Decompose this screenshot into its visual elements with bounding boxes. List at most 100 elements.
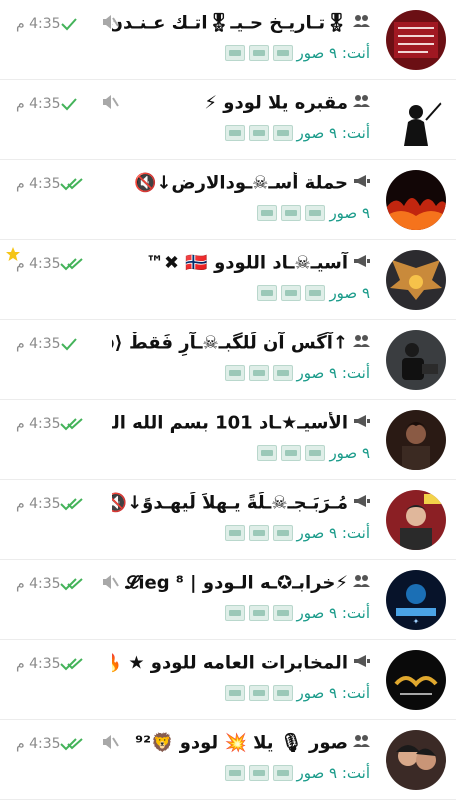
avatar[interactable] bbox=[386, 10, 446, 70]
group-icon bbox=[352, 333, 372, 354]
chat-row[interactable]: ↑آگس آن لَلگبـ☠ـآرِ فَقطْ ⟨vip⟩↓ أنت: ٩ ص… bbox=[0, 320, 456, 400]
chat-row[interactable]: ✦ ⚡خرابـ✪ـه الـودو | 𝓛ieg ⁸ أنت: ٩ صور 4:35… bbox=[0, 560, 456, 640]
preview-text: أنت: ٩ صور bbox=[296, 124, 370, 142]
message-preview: أنت: ٩ صور bbox=[224, 602, 372, 624]
avatar[interactable] bbox=[386, 330, 446, 390]
chat-row[interactable]: الأسيـ★ـاد 101 بسم الله الرحمن الرحيم ٩ ص… bbox=[0, 400, 456, 480]
preview-text: أنت: ٩ صور bbox=[296, 764, 370, 782]
megaphone-icon bbox=[352, 413, 372, 434]
chat-name: حملة أسـ☠ـودالارض↓🔇 bbox=[112, 172, 372, 198]
chat-name-text: حملة أسـ☠ـودالارض↓🔇 bbox=[133, 172, 348, 194]
chat-name-text: المخابرات العامه للودو ★ 🔥 bbox=[112, 652, 348, 674]
chat-row[interactable]: آسيـ☠ـاد اللودو 🇳🇴 ✖™ ٩ صور 4:35 م bbox=[0, 240, 456, 320]
avatar[interactable] bbox=[386, 250, 446, 310]
message-preview: أنت: ٩ صور bbox=[224, 42, 372, 64]
star-icon bbox=[5, 246, 21, 266]
preview-text: أنت: ٩ صور bbox=[296, 524, 370, 542]
chat-name-text: 🎖تـاريـخ حـيـ🎖اتـك عـنـدن... bbox=[112, 12, 348, 34]
preview-text: أنت: ٩ صور bbox=[296, 684, 370, 702]
image-thumbnail bbox=[257, 205, 278, 221]
avatar[interactable]: ✦ bbox=[386, 570, 446, 630]
chat-row[interactable]: صور 🎙 يلا 💥 لودو 🦁⁹² أنت: ٩ صور 4:35 م bbox=[0, 720, 456, 800]
megaphone-icon bbox=[352, 173, 372, 194]
image-thumbnail bbox=[224, 605, 245, 621]
message-preview: أنت: ٩ صور bbox=[224, 682, 372, 704]
double-check-icon bbox=[60, 576, 84, 595]
message-time: 4:35 م bbox=[16, 96, 61, 112]
message-preview: ٩ صور bbox=[257, 442, 372, 464]
double-check-icon bbox=[60, 256, 84, 275]
message-preview: أنت: ٩ صور bbox=[224, 522, 372, 544]
preview-text: ٩ صور bbox=[329, 444, 370, 462]
muted-speaker-icon bbox=[102, 14, 120, 34]
single-check-icon bbox=[60, 96, 78, 115]
double-check-icon bbox=[60, 736, 84, 755]
message-time: 4:35 م bbox=[16, 16, 61, 32]
chat-name: المخابرات العامه للودو ★ 🔥 bbox=[112, 652, 372, 678]
preview-text: أنت: ٩ صور bbox=[296, 604, 370, 622]
chat-name-text: الأسيـ★ـاد 101 بسم الله الرحمن الرحيم bbox=[112, 412, 348, 434]
chat-name-text: مُـرَبَـجـ☠ـلَةً يـهلاَ لَيهـدوً↓🔇 bbox=[112, 492, 348, 514]
image-thumbnail bbox=[272, 365, 293, 381]
chat-row[interactable]: مُـرَبَـجـ☠ـلَةً يـهلاَ لَيهـدوً↓🔇 أنت: ٩… bbox=[0, 480, 456, 560]
image-thumbnail bbox=[248, 685, 269, 701]
chat-name-text: مقبره يلا لودو ⚡ bbox=[204, 92, 348, 114]
chat-row[interactable]: المخابرات العامه للودو ★ 🔥 أنت: ٩ صور 4:35… bbox=[0, 640, 456, 720]
message-preview: ٩ صور bbox=[257, 282, 372, 304]
chat-name: صور 🎙 يلا 💥 لودو 🦁⁹² bbox=[112, 732, 372, 758]
single-check-icon bbox=[60, 336, 78, 355]
image-thumbnail bbox=[305, 205, 326, 221]
avatar[interactable] bbox=[386, 730, 446, 790]
double-check-icon bbox=[60, 176, 84, 195]
megaphone-icon bbox=[352, 253, 372, 274]
image-thumbnail bbox=[224, 525, 245, 541]
chat-name-text: ↑آگس آن لَلگبـ☠ـآرِ فَقطْ ⟨vip⟩↓ bbox=[112, 332, 348, 354]
message-time: 4:35 م bbox=[16, 416, 61, 432]
single-check-icon bbox=[60, 16, 78, 35]
double-check-icon bbox=[60, 416, 84, 435]
muted-speaker-icon bbox=[102, 574, 120, 594]
avatar[interactable] bbox=[386, 170, 446, 230]
preview-text: أنت: ٩ صور bbox=[296, 364, 370, 382]
message-preview: أنت: ٩ صور bbox=[224, 762, 372, 784]
message-time: 4:35 م bbox=[16, 176, 61, 192]
avatar[interactable] bbox=[386, 410, 446, 470]
double-check-icon bbox=[60, 656, 84, 675]
image-thumbnail bbox=[281, 445, 302, 461]
chat-row[interactable]: 🎖تـاريـخ حـيـ🎖اتـك عـنـدن... أنت: ٩ صور 4:… bbox=[0, 0, 456, 80]
avatar[interactable] bbox=[386, 650, 446, 710]
chat-name-text: صور 🎙 يلا 💥 لودو 🦁⁹² bbox=[135, 732, 348, 754]
image-thumbnail bbox=[272, 525, 293, 541]
image-thumbnail bbox=[272, 765, 293, 781]
chat-name: ⚡خرابـ✪ـه الـودو | 𝓛ieg ⁸ bbox=[112, 572, 372, 598]
group-icon bbox=[352, 733, 372, 754]
message-time: 4:35 م bbox=[16, 736, 61, 752]
message-time: 4:35 م bbox=[16, 656, 61, 672]
image-thumbnail bbox=[248, 125, 269, 141]
message-preview: أنت: ٩ صور bbox=[224, 362, 372, 384]
image-thumbnail bbox=[272, 605, 293, 621]
svg-text:✦: ✦ bbox=[413, 617, 420, 626]
muted-speaker-icon bbox=[102, 734, 120, 754]
megaphone-icon bbox=[352, 653, 372, 674]
image-thumbnail bbox=[248, 605, 269, 621]
chat-name-text: آسيـ☠ـاد اللودو 🇳🇴 ✖™ bbox=[146, 252, 348, 274]
image-thumbnail bbox=[257, 285, 278, 301]
image-thumbnail bbox=[248, 45, 269, 61]
image-thumbnail bbox=[281, 205, 302, 221]
avatar[interactable] bbox=[386, 490, 446, 550]
image-thumbnail bbox=[257, 445, 278, 461]
chat-name: 🎖تـاريـخ حـيـ🎖اتـك عـنـدن... bbox=[112, 12, 372, 38]
image-thumbnail bbox=[248, 765, 269, 781]
chat-row[interactable]: حملة أسـ☠ـودالارض↓🔇 ٩ صور 4:35 م bbox=[0, 160, 456, 240]
chat-row[interactable]: مقبره يلا لودو ⚡ أنت: ٩ صور 4:35 م bbox=[0, 80, 456, 160]
image-thumbnail bbox=[224, 125, 245, 141]
group-icon bbox=[352, 93, 372, 114]
chat-list: 🎖تـاريـخ حـيـ🎖اتـك عـنـدن... أنت: ٩ صور 4:… bbox=[0, 0, 456, 800]
avatar[interactable] bbox=[386, 90, 446, 150]
group-icon bbox=[352, 13, 372, 34]
preview-text: أنت: ٩ صور bbox=[296, 44, 370, 62]
group-icon bbox=[352, 573, 372, 594]
chat-name-text: ⚡خرابـ✪ـه الـودو | 𝓛ieg ⁸ bbox=[125, 572, 348, 594]
chat-name: آسيـ☠ـاد اللودو 🇳🇴 ✖™ bbox=[112, 252, 372, 278]
